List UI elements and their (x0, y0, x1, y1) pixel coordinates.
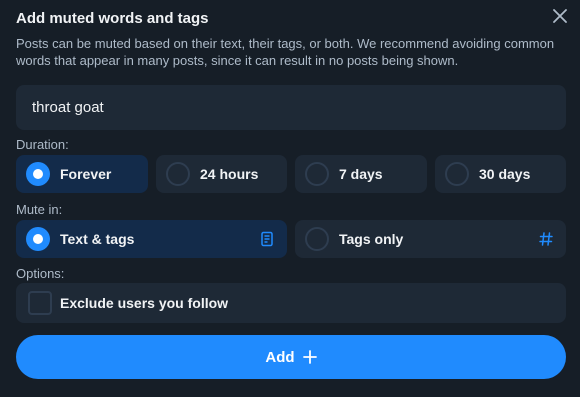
mute-in-option-label: Text & tags (60, 231, 135, 247)
exclude-following-option[interactable]: Exclude users you follow (16, 283, 566, 323)
mute-in-option-text-and-tags[interactable]: Text & tags (16, 220, 287, 258)
duration-label: Duration: (16, 137, 69, 152)
exclude-following-label: Exclude users you follow (60, 295, 229, 311)
muted-word-input[interactable] (16, 85, 566, 130)
options-label: Options: (16, 266, 65, 281)
exclude-following-checkbox[interactable] (28, 291, 52, 315)
radio-unselected (305, 162, 329, 186)
radio-selected (26, 162, 50, 186)
mute-in-option-label: Tags only (339, 231, 404, 247)
duration-option-30-days[interactable]: 30 days (435, 155, 566, 193)
duration-option-label: 24 hours (200, 166, 259, 182)
dialog-title: Add muted words and tags (16, 10, 209, 27)
mute-words-dialog: Add muted words and tags Posts can be mu… (0, 0, 580, 397)
duration-option-24-hours[interactable]: 24 hours (156, 155, 287, 193)
duration-option-7-days[interactable]: 7 days (295, 155, 427, 193)
add-button-label: Add (265, 348, 295, 366)
mute-in-option-tags-only[interactable]: Tags only (295, 220, 566, 258)
duration-option-forever[interactable]: Forever (16, 155, 148, 193)
radio-selected (26, 227, 50, 251)
duration-option-label: 7 days (339, 166, 383, 182)
radio-unselected (305, 227, 329, 251)
add-button[interactable]: Add (16, 335, 566, 379)
mute-in-label: Mute in: (16, 202, 63, 217)
hashtag-icon (539, 232, 553, 246)
close-icon (553, 9, 567, 23)
plus-icon (302, 350, 317, 364)
duration-option-label: Forever (60, 166, 112, 182)
radio-unselected (166, 162, 190, 186)
close-button[interactable] (550, 6, 570, 26)
document-icon (261, 231, 273, 247)
radio-unselected (445, 162, 469, 186)
duration-option-label: 30 days (479, 166, 531, 182)
dialog-description: Posts can be muted based on their text, … (16, 36, 555, 68)
